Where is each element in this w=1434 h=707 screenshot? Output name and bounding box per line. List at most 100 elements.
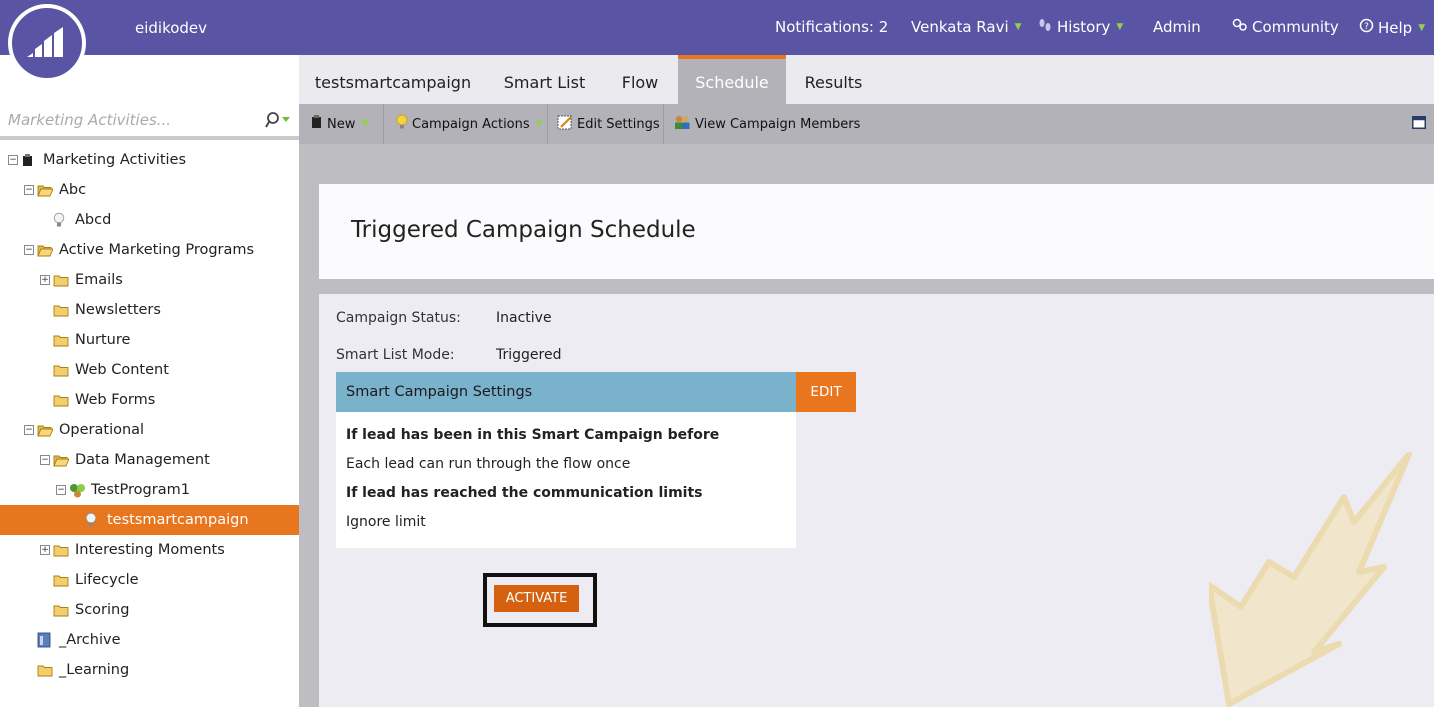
lightning-arrow-icon xyxy=(1209,452,1412,707)
edit-settings-button[interactable]: Edit Settings xyxy=(557,104,660,144)
tree-item[interactable]: _Archive xyxy=(0,625,299,655)
collapse-icon[interactable]: − xyxy=(8,155,18,165)
community-link[interactable]: Community xyxy=(1232,18,1339,36)
tree-item[interactable]: Newsletters xyxy=(0,295,299,325)
smart-campaign-settings-header: Smart Campaign Settings xyxy=(336,372,796,412)
notifications-label: Notifications: 2 xyxy=(775,18,889,36)
folder-icon xyxy=(53,392,70,408)
tree-search xyxy=(0,100,299,140)
campaign-tabs: testsmartcampaign Smart List Flow Schedu… xyxy=(299,55,1434,104)
folder-open-icon xyxy=(37,242,54,258)
tree-item-label: TestProgram1 xyxy=(91,482,190,498)
tree-item-label: Abc xyxy=(59,182,87,198)
view-members-label: View Campaign Members xyxy=(695,116,861,132)
tree-item-label: Scoring xyxy=(75,602,130,618)
tree-item[interactable]: − Operational xyxy=(0,415,299,445)
lightbulb-icon xyxy=(53,212,70,228)
view-members-button[interactable]: View Campaign Members xyxy=(673,104,860,144)
collapse-icon[interactable]: − xyxy=(24,185,34,195)
tab-smart-list[interactable]: Smart List xyxy=(487,55,602,104)
tree-search-input[interactable] xyxy=(8,108,248,132)
smart-campaign-settings-body: If lead has been in this Smart Campaign … xyxy=(336,412,796,548)
chevron-down-icon: ▼ xyxy=(1116,22,1124,32)
tree-item[interactable]: Web Content xyxy=(0,355,299,385)
smart-list-mode-value: Triggered xyxy=(496,347,562,363)
collapse-icon[interactable]: − xyxy=(40,455,50,465)
tree-item[interactable]: Scoring xyxy=(0,595,299,625)
tree-item[interactable]: Lifecycle xyxy=(0,565,299,595)
schedule-content: Triggered Campaign Schedule Campaign Sta… xyxy=(299,144,1434,707)
tree-item[interactable]: Nurture xyxy=(0,325,299,355)
tree-item-label: Emails xyxy=(75,272,123,288)
folder-open-icon xyxy=(37,182,54,198)
tab-results[interactable]: Results xyxy=(786,55,881,104)
admin-link[interactable]: Admin xyxy=(1153,18,1201,36)
tree-item-label: Web Content xyxy=(75,362,169,378)
filter-icon xyxy=(265,112,290,128)
tree-item-label: Interesting Moments xyxy=(75,542,225,558)
tree-item-label: Nurture xyxy=(75,332,131,348)
folder-icon xyxy=(53,272,70,288)
expand-icon[interactable]: + xyxy=(40,545,50,555)
toolbar-divider xyxy=(663,104,664,144)
tree-item-label: Data Management xyxy=(75,452,210,468)
collapse-icon[interactable]: − xyxy=(24,245,34,255)
tree-item[interactable]: _Learning xyxy=(0,655,299,685)
tree-item[interactable]: − TestProgram1 xyxy=(0,475,299,505)
marketo-logo[interactable] xyxy=(8,4,86,82)
tab-schedule[interactable]: Schedule xyxy=(678,55,786,104)
tree-item[interactable]: − Abc xyxy=(0,175,299,205)
edit-settings-button[interactable]: EDIT xyxy=(796,372,856,412)
help-icon: ? xyxy=(1359,18,1374,37)
collapse-icon[interactable]: − xyxy=(24,425,34,435)
archive-icon xyxy=(37,632,54,648)
maximize-button[interactable] xyxy=(1412,104,1426,144)
tree-item[interactable]: − Marketing Activities xyxy=(0,145,299,175)
folder-icon xyxy=(53,542,70,558)
new-label: New xyxy=(327,116,356,132)
activate-button[interactable]: ACTIVATE xyxy=(494,585,579,612)
folder-icon xyxy=(37,662,54,678)
user-name: Venkata Ravi xyxy=(911,18,1009,36)
tree-item[interactable]: + Emails xyxy=(0,265,299,295)
filter-button[interactable] xyxy=(265,110,293,130)
top-header: eidikodev Notifications: 2 Venkata Ravi … xyxy=(0,0,1434,55)
help-menu[interactable]: ? Help ▼ xyxy=(1359,18,1425,37)
tree-item[interactable]: − Data Management xyxy=(0,445,299,475)
notifications-link[interactable]: Notifications: 2 xyxy=(775,18,888,36)
toolbar-divider xyxy=(547,104,548,144)
svg-text:?: ? xyxy=(1364,22,1369,32)
tree-item-label: _Archive xyxy=(59,632,121,648)
tab-flow[interactable]: Flow xyxy=(602,55,678,104)
settings-question-comm-limits: If lead has reached the communication li… xyxy=(346,485,703,501)
page-title: Triggered Campaign Schedule xyxy=(351,217,696,243)
people-icon xyxy=(673,114,691,134)
user-menu[interactable]: Venkata Ravi ▼ xyxy=(911,18,1022,36)
history-menu[interactable]: History ▼ xyxy=(1037,18,1123,36)
campaign-actions-button[interactable]: Campaign Actions ▼ xyxy=(396,104,543,144)
tree-item[interactable]: + Interesting Moments xyxy=(0,535,299,565)
history-label: History xyxy=(1057,18,1111,36)
campaign-status-label: Campaign Status: xyxy=(336,310,461,326)
instance-name: eidikodev xyxy=(135,19,208,37)
maximize-icon xyxy=(1412,115,1426,133)
chevron-down-icon: ▼ xyxy=(535,119,543,129)
help-label: Help xyxy=(1378,18,1413,37)
tree-item[interactable]: testsmartcampaign xyxy=(0,505,299,535)
tab-campaign-name[interactable]: testsmartcampaign xyxy=(299,55,487,104)
tree-item[interactable]: − Active Marketing Programs xyxy=(0,235,299,265)
tree-item-label: Web Forms xyxy=(75,392,156,408)
chevron-down-icon: ▼ xyxy=(1418,22,1426,33)
campaign-status-value: Inactive xyxy=(496,310,552,326)
tree-item[interactable]: Web Forms xyxy=(0,385,299,415)
tree-item-label: testsmartcampaign xyxy=(107,512,249,528)
admin-label: Admin xyxy=(1153,18,1201,36)
new-button[interactable]: New ▼ xyxy=(311,104,368,144)
collapse-icon[interactable]: − xyxy=(56,485,66,495)
tree-item[interactable]: Abcd xyxy=(0,205,299,235)
settings-answer-comm-limits: Ignore limit xyxy=(346,514,426,530)
expand-icon[interactable]: + xyxy=(40,275,50,285)
chevron-down-icon: ▼ xyxy=(361,119,369,129)
new-icon xyxy=(311,115,323,133)
community-icon xyxy=(1232,18,1248,36)
